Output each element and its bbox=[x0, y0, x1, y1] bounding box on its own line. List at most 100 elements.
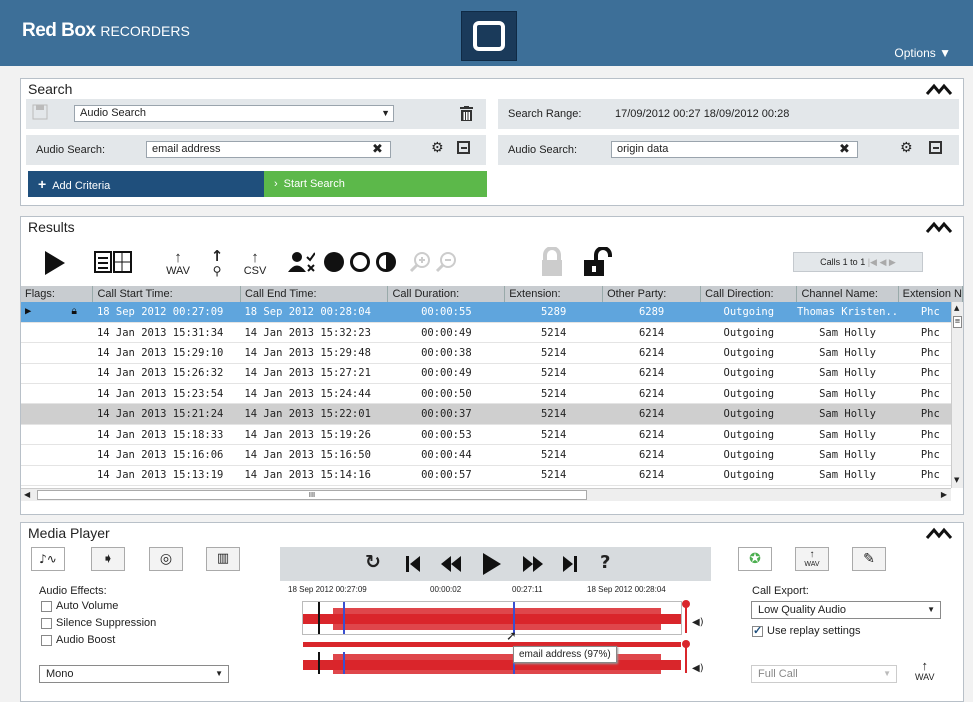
table-row[interactable]: 14 Jan 2013 15:23:54 14 Jan 2013 15:24:44… bbox=[21, 383, 963, 405]
table-cell: 5289 bbox=[504, 302, 603, 323]
clear-icon[interactable]: ✖ bbox=[839, 142, 850, 157]
pager-nav-icon[interactable]: |◀ ◀ ▶ bbox=[868, 257, 896, 267]
help-button[interactable]: ? bbox=[600, 552, 610, 573]
user-remove-icon[interactable] bbox=[287, 251, 315, 273]
start-search-button[interactable]: › Start Search bbox=[264, 171, 487, 197]
table-cell: 6214 bbox=[602, 363, 701, 385]
gear-icon[interactable]: ⚙ bbox=[900, 140, 913, 156]
column-header[interactable]: Call Direction: bbox=[700, 286, 798, 302]
search-target-icon: ◎ bbox=[159, 551, 173, 567]
skip-start-icon[interactable] bbox=[405, 555, 421, 573]
export-quality-select[interactable]: Low Quality Audio ▼ bbox=[751, 601, 941, 619]
volume-slider-1[interactable] bbox=[682, 600, 690, 633]
volume-slider-2[interactable] bbox=[682, 640, 690, 673]
column-header[interactable]: Call Duration: bbox=[387, 286, 506, 302]
export-wav-button[interactable]: ↑ WAV bbox=[166, 247, 190, 279]
scroll-left-icon[interactable]: ◀ bbox=[24, 490, 30, 499]
column-header[interactable]: Other Party: bbox=[602, 286, 702, 302]
tab-audio-effects[interactable]: ♪∿ bbox=[31, 547, 65, 571]
vertical-scrollbar[interactable]: ▲ ≡ ▼ bbox=[951, 302, 963, 488]
auto-volume-option[interactable]: Auto Volume bbox=[41, 600, 118, 612]
export-csv-button[interactable]: ↑ CSV bbox=[243, 247, 267, 279]
export-wav-button[interactable]: ↑ WAV bbox=[915, 658, 935, 682]
play-icon[interactable] bbox=[482, 552, 502, 576]
column-header[interactable]: Channel Name: bbox=[796, 286, 899, 302]
export-scope-select[interactable]: Full Call ▼ bbox=[751, 665, 897, 683]
rewind-icon[interactable] bbox=[440, 555, 462, 573]
criteria-input-2[interactable]: origin data bbox=[611, 141, 858, 158]
column-header[interactable]: Call End Time: bbox=[240, 286, 389, 302]
column-header[interactable]: Flags: bbox=[21, 286, 94, 302]
scroll-up-icon[interactable]: ▲ bbox=[954, 304, 959, 312]
play-icon[interactable] bbox=[43, 249, 67, 277]
add-criteria-button[interactable]: + Add Criteria bbox=[28, 171, 270, 197]
criteria-input-1[interactable]: email address bbox=[146, 141, 391, 158]
tab-wav[interactable]: ↑ WAV bbox=[795, 547, 829, 571]
remove-criteria-icon[interactable] bbox=[457, 141, 470, 154]
table-row[interactable]: 14 Jan 2013 15:29:10 14 Jan 2013 15:29:48… bbox=[21, 342, 963, 364]
tab-delete[interactable]: ▥ bbox=[206, 547, 240, 571]
table-cell: 5214 bbox=[504, 383, 603, 405]
table-cell: 00:00:44 bbox=[387, 444, 505, 466]
channel-mode-select[interactable]: Mono ▼ bbox=[39, 665, 229, 683]
lock-icon[interactable] bbox=[540, 247, 564, 277]
column-header[interactable]: Extension: bbox=[504, 286, 604, 302]
speaker-icon[interactable]: ◀) bbox=[692, 663, 704, 674]
collapse-icon[interactable] bbox=[925, 219, 953, 235]
speaker-icon[interactable]: ◀) bbox=[692, 617, 704, 628]
table-row[interactable]: 14 Jan 2013 15:31:34 14 Jan 2013 15:32:23… bbox=[21, 322, 963, 344]
search-range-value[interactable]: 17/09/2012 00:27 18/09/2012 00:28 bbox=[615, 108, 789, 120]
scroll-h-thumb[interactable]: III bbox=[37, 490, 587, 500]
table-cell: 00:00:38 bbox=[387, 342, 505, 364]
replay-icon[interactable]: ↻ bbox=[365, 551, 381, 573]
scroll-thumb[interactable]: ≡ bbox=[953, 316, 962, 328]
scroll-right-icon[interactable]: ▶ bbox=[941, 490, 947, 499]
export-search-button[interactable]: ↑ ⚲ bbox=[207, 247, 227, 279]
collapse-icon[interactable] bbox=[925, 525, 953, 541]
unlock-icon[interactable] bbox=[582, 247, 612, 277]
options-menu[interactable]: Options ▼ bbox=[894, 46, 951, 60]
record-filled-icon[interactable] bbox=[323, 251, 345, 273]
horizontal-scrollbar[interactable]: ◀ III ▶ bbox=[21, 488, 951, 501]
audio-boost-option[interactable]: Audio Boost bbox=[41, 634, 115, 646]
waveform-area: 18 Sep 2012 00:27:09 00:00:02 00:27:11 1… bbox=[280, 581, 711, 697]
waveform-channel-2[interactable] bbox=[302, 641, 682, 675]
table-row[interactable]: 14 Jan 2013 15:26:32 14 Jan 2013 15:27:21… bbox=[21, 363, 963, 385]
silence-suppression-option[interactable]: Silence Suppression bbox=[41, 617, 156, 629]
table-row[interactable]: 14 Jan 2013 15:16:06 14 Jan 2013 15:16:50… bbox=[21, 444, 963, 466]
tab-forward[interactable]: ➧ bbox=[91, 547, 125, 571]
use-replay-checkbox[interactable] bbox=[752, 624, 763, 637]
column-header[interactable]: Call Start Time: bbox=[92, 286, 241, 302]
arrow-up-icon: ↑ bbox=[921, 658, 929, 673]
saved-search-select[interactable]: Audio Search ▼ bbox=[74, 105, 394, 122]
view-toggle-icon[interactable] bbox=[94, 251, 132, 273]
use-replay-option[interactable]: Use replay settings bbox=[752, 624, 861, 637]
table-row[interactable]: 14 Jan 2013 15:13:19 14 Jan 2013 15:14:16… bbox=[21, 465, 963, 487]
tab-search[interactable]: ◎ bbox=[149, 547, 183, 571]
scroll-down-icon[interactable]: ▼ bbox=[954, 476, 959, 484]
table-cell: 14 Jan 2013 15:26:32 bbox=[92, 363, 241, 385]
record-empty-icon[interactable] bbox=[349, 251, 371, 273]
table-cell: Sam Holly bbox=[796, 383, 899, 405]
zoom-out-icon[interactable] bbox=[435, 251, 457, 273]
auto-volume-checkbox[interactable] bbox=[41, 600, 52, 612]
tab-export[interactable]: ✪ bbox=[738, 547, 772, 571]
column-header[interactable]: Extension N bbox=[898, 286, 963, 302]
table-row[interactable]: ▶ 🔒︎ 18 Sep 2012 00:27:09 18 Sep 2012 00:28… bbox=[21, 302, 963, 323]
trash-icon[interactable] bbox=[460, 106, 473, 121]
fast-forward-icon[interactable] bbox=[522, 555, 544, 573]
collapse-icon[interactable] bbox=[925, 81, 953, 97]
skip-end-icon[interactable] bbox=[562, 555, 578, 573]
remove-criteria-icon[interactable] bbox=[929, 141, 942, 154]
gear-icon[interactable]: ⚙ bbox=[431, 140, 444, 156]
tab-annotate[interactable]: ✎ bbox=[852, 547, 886, 571]
table-row[interactable]: 14 Jan 2013 15:21:24 14 Jan 2013 15:22:01… bbox=[21, 403, 963, 425]
silence-suppression-checkbox[interactable] bbox=[41, 617, 52, 629]
clear-icon[interactable]: ✖ bbox=[372, 142, 383, 157]
zoom-in-icon[interactable] bbox=[409, 251, 431, 273]
save-icon[interactable] bbox=[32, 104, 48, 120]
table-row[interactable]: 14 Jan 2013 15:18:33 14 Jan 2013 15:19:26… bbox=[21, 424, 963, 446]
audio-boost-checkbox[interactable] bbox=[41, 634, 52, 646]
waveform-channel-1[interactable] bbox=[302, 601, 682, 635]
record-half-icon[interactable] bbox=[375, 251, 397, 273]
